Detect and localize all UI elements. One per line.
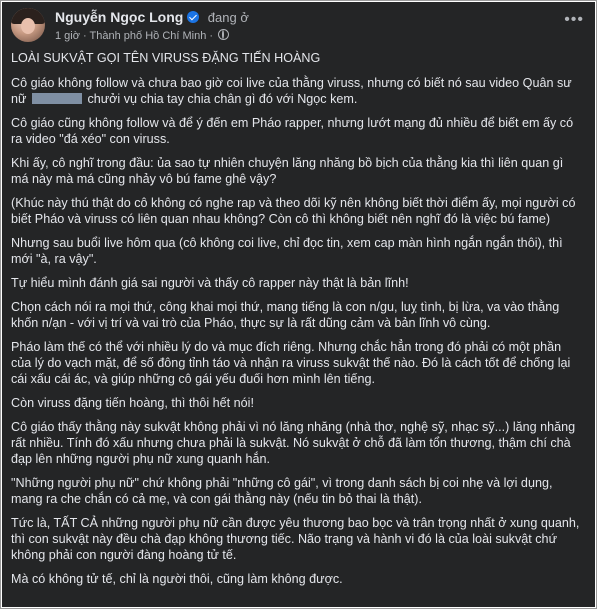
post-time[interactable]: 1 giờ <box>55 30 80 42</box>
meta-separator-2: · <box>209 30 214 42</box>
paragraph-11: "Những người phụ nữ" chứ không phải "nhữ… <box>11 476 553 506</box>
author-name-row: Nguyễn Ngọc Long đang ở <box>55 9 249 27</box>
author-status: đang ở <box>207 10 249 25</box>
paragraph-1: Cô giáo không follow và chưa bao giờ coi… <box>11 75 583 107</box>
paragraph-5: Nhưng sau buổi live hôm qua (cô không co… <box>11 236 563 266</box>
post-meta: 1 giờ · Thành phố Hồ Chí Minh · <box>55 29 230 42</box>
paragraph-13: Mà có không tử tế, chỉ là người thôi, cũ… <box>11 572 343 586</box>
paragraph-6: Tự hiểu mình đánh giá sai người và thấy … <box>11 276 409 290</box>
paragraph-4: (Khúc này thú thật do cô không có nghe r… <box>11 196 576 226</box>
paragraph-8: Pháo làm thế có thể với nhiều lý do và m… <box>11 340 571 386</box>
paragraph-10: Cô giáo thấy thằng này sukvật không phải… <box>11 420 576 466</box>
post-title: LOÀI SUKVẬT GỌI TÊN VIRUSS ĐẶNG TIẾN HOÀ… <box>11 51 321 65</box>
paragraph-7: Chọn cách nói ra mọi thứ, công khai mọi … <box>11 300 560 330</box>
screenshot-frame: Nguyễn Ngọc Long đang ở 1 giờ · Thành ph… <box>0 0 597 609</box>
post-header: Nguyễn Ngọc Long đang ở 1 giờ · Thành ph… <box>11 6 586 46</box>
paragraph-12: Tức là, TẤT CẢ những người phụ nữ cần đư… <box>11 516 580 562</box>
avatar-face-shape <box>21 18 35 34</box>
post-location[interactable]: Thành phố Hồ Chí Minh <box>90 30 207 42</box>
meta-separator: · <box>83 30 87 42</box>
redacted-block <box>31 93 82 104</box>
paragraph-2: Cô giáo cũng không follow và để ý đến em… <box>11 116 574 146</box>
author-avatar[interactable] <box>11 8 45 42</box>
more-options-icon[interactable]: ••• <box>564 12 584 28</box>
verified-badge-icon <box>187 11 200 23</box>
paragraph-9: Còn viruss đặng tiến hoàng, thì thôi hết… <box>11 396 254 410</box>
author-name[interactable]: Nguyễn Ngọc Long <box>55 9 183 25</box>
paragraph-1-part-b: chưởi vụ chia tay chia chân gì đó với Ng… <box>87 92 358 106</box>
globe-icon[interactable] <box>218 29 230 40</box>
facebook-post-card: Nguyễn Ngọc Long đang ở 1 giờ · Thành ph… <box>2 2 595 607</box>
post-body: LOÀI SUKVẬT GỌI TÊN VIRUSS ĐẶNG TIẾN HOÀ… <box>11 50 583 595</box>
paragraph-3: Khi ấy, cô nghĩ trong đầu: ủa sao tự nhi… <box>11 156 564 186</box>
